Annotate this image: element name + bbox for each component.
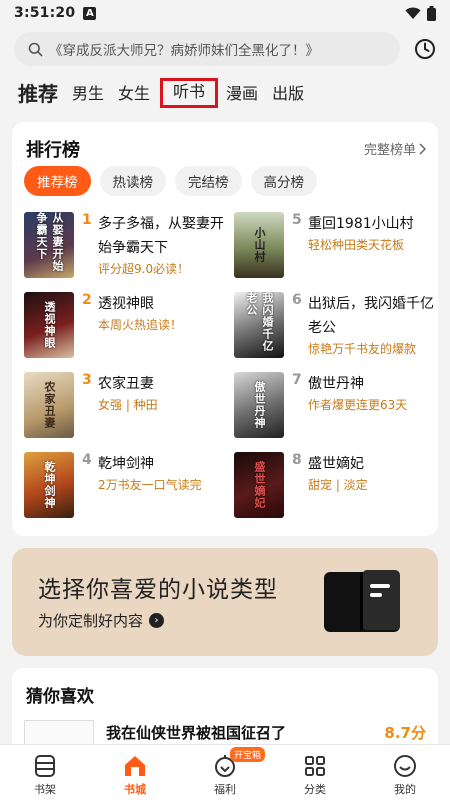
book-tag: 轻松种田类天花板 (308, 238, 405, 252)
ranking-book-3[interactable]: 农家丑妻 3 农家丑妻 女强 | 种田 (24, 372, 224, 440)
tab-male[interactable]: 男生 (72, 80, 104, 108)
book-title: 出狱后，我闪婚千亿老公 (308, 296, 434, 336)
cover-text: 透视神眼 (43, 301, 56, 349)
nav-profile[interactable]: 我的 (360, 745, 450, 800)
filter-recommend[interactable]: 推荐榜 (24, 166, 91, 196)
nav-bookshelf[interactable]: 书架 (0, 745, 90, 800)
rank-number: 1 (82, 212, 92, 228)
rank-number: 7 (292, 372, 302, 388)
grid-icon (305, 756, 325, 776)
ranking-book-7[interactable]: 傲世丹神 7 傲世丹神 作者爆更连更63天 (234, 372, 434, 440)
nav-label: 书架 (34, 783, 56, 796)
book-tag: 2万书友一口气读完 (98, 478, 202, 492)
filter-hot[interactable]: 热读榜 (99, 166, 166, 196)
wifi-icon (405, 7, 421, 19)
ranking-book-6[interactable]: 我闪婚千亿老公 6 出狱后，我闪婚千亿老公 惊艳万千书友的爆款 (234, 292, 434, 360)
guess-title: 猜你喜欢 (26, 687, 94, 707)
search-icon (28, 42, 43, 56)
genre-select-banner[interactable]: 选择你喜爱的小说类型 为你定制好内容 › (12, 548, 438, 656)
cover-text: 我闪婚千亿老公 (245, 292, 274, 352)
book-cover: 农家丑妻 (24, 372, 74, 438)
book-cover: 小山村 (234, 212, 284, 278)
status-bar: 3:51:20 A (0, 0, 450, 26)
nav-label: 分类 (304, 783, 326, 796)
treasure-box-badge: 开宝箱 (230, 747, 266, 762)
full-ranking-label: 完整榜单 (363, 143, 416, 158)
chevron-right-icon (419, 142, 426, 155)
notification-a-icon: A (83, 6, 97, 20)
guess-book-score: 8.7分 (384, 724, 426, 742)
ranking-book-8[interactable]: 盛世嫡妃 8 盛世嫡妃 甜宠 | 淡定 (234, 452, 434, 520)
search-placeholder: 《穿成反派大师兄？病娇师妹们全黑化了！》 (49, 43, 319, 59)
search-input[interactable]: 《穿成反派大师兄？病娇师妹们全黑化了！》 (14, 32, 400, 66)
book-title: 傲世丹神 (308, 376, 364, 392)
arrow-right-icon: › (149, 613, 165, 628)
tab-recommend[interactable]: 推荐 (18, 80, 58, 108)
book-tag: 评分超9.0必读！ (98, 262, 190, 276)
nav-label: 书城 (124, 783, 146, 796)
book-title: 农家丑妻 (98, 376, 154, 392)
ranking-book-5[interactable]: 小山村 5 重回1981小山村 轻松种田类天花板 (234, 212, 434, 280)
banner-subtitle-text: 为你定制好内容 (38, 612, 144, 630)
book-icon (324, 570, 400, 632)
book-title: 透视神眼 (98, 296, 154, 312)
tab-female[interactable]: 女生 (118, 80, 150, 108)
book-tag: 甜宠 | 淡定 (308, 478, 368, 492)
ranking-filters: 推荐榜 热读榜 完结榜 高分榜 (24, 166, 317, 196)
book-cover: 我闪婚千亿老公 (234, 292, 284, 358)
ranking-book-1[interactable]: 从娶妻开始争霸天下 1 多子多福，从娶妻开始争霸天下 评分超9.0必读！ (24, 212, 224, 280)
banner-subtitle: 为你定制好内容 › (38, 610, 165, 631)
ranking-book-2[interactable]: 透视神眼 2 透视神眼 本周火热追读！ (24, 292, 224, 360)
book-tag: 女强 | 种田 (98, 398, 158, 412)
book-tag: 作者爆更连更63天 (308, 398, 408, 412)
cover-text: 小山村 (253, 227, 266, 263)
home-icon (125, 756, 145, 776)
banner-title: 选择你喜爱的小说类型 (38, 577, 278, 603)
book-cover: 乾坤剑神 (24, 452, 74, 518)
battery-icon (427, 5, 436, 21)
nav-category[interactable]: 分类 (270, 745, 360, 800)
filter-completed[interactable]: 完结榜 (175, 166, 242, 196)
guess-book-title[interactable]: 我在仙侠世界被祖国征召了 (106, 722, 286, 743)
rank-number: 5 (292, 212, 302, 228)
ranking-title: 排行榜 (26, 140, 80, 161)
ranking-book-4[interactable]: 乾坤剑神 4 乾坤剑神 2万书友一口气读完 (24, 452, 224, 520)
book-cover: 从娶妻开始争霸天下 (24, 212, 74, 278)
status-time: 3:51:20 (14, 5, 76, 21)
book-title: 重回1981小山村 (308, 216, 414, 232)
book-title: 乾坤剑神 (98, 456, 154, 472)
cover-text: 傲世丹神 (253, 381, 266, 429)
book-cover: 盛世嫡妃 (234, 452, 284, 518)
cover-text: 从娶妻开始争霸天下 (35, 212, 64, 272)
book-cover: 透视神眼 (24, 292, 74, 358)
filter-high-score[interactable]: 高分榜 (250, 166, 317, 196)
bottom-nav: 书架 书城 开宝箱 福利 分类 我的 (0, 744, 450, 800)
rank-number: 3 (82, 372, 92, 388)
nav-welfare[interactable]: 开宝箱 福利 (180, 745, 270, 800)
nav-label: 我的 (394, 783, 416, 796)
cover-text: 盛世嫡妃 (253, 461, 266, 509)
book-title: 多子多福，从娶妻开始争霸天下 (98, 216, 224, 256)
tab-comic[interactable]: 漫画 (226, 80, 258, 108)
channel-tabs: 推荐 男生 女生 听书 漫画 出版 (18, 78, 318, 108)
tab-publish[interactable]: 出版 (272, 80, 304, 108)
rank-number: 8 (292, 452, 302, 468)
tab-audiobook[interactable]: 听书 (160, 78, 219, 108)
book-tag: 本周火热追读！ (98, 318, 183, 332)
book-title: 盛世嫡妃 (308, 456, 364, 472)
profile-icon (394, 755, 416, 777)
book-cover: 傲世丹神 (234, 372, 284, 438)
rank-number: 6 (292, 292, 302, 308)
nav-bookstore[interactable]: 书城 (90, 745, 180, 800)
rank-number: 4 (82, 452, 92, 468)
rank-number: 2 (82, 292, 92, 308)
ranking-card: 排行榜 完整榜单 推荐榜 热读榜 完结榜 高分榜 从娶妻开始争霸天下 1 多子多… (12, 122, 438, 536)
cover-text: 农家丑妻 (43, 381, 56, 429)
cover-text: 乾坤剑神 (43, 461, 56, 509)
history-clock-icon[interactable] (414, 38, 436, 60)
full-ranking-link[interactable]: 完整榜单 (364, 139, 426, 158)
bookshelf-icon (35, 755, 55, 777)
book-tag: 惊艳万千书友的爆款 (308, 342, 417, 356)
nav-label: 福利 (214, 783, 236, 796)
